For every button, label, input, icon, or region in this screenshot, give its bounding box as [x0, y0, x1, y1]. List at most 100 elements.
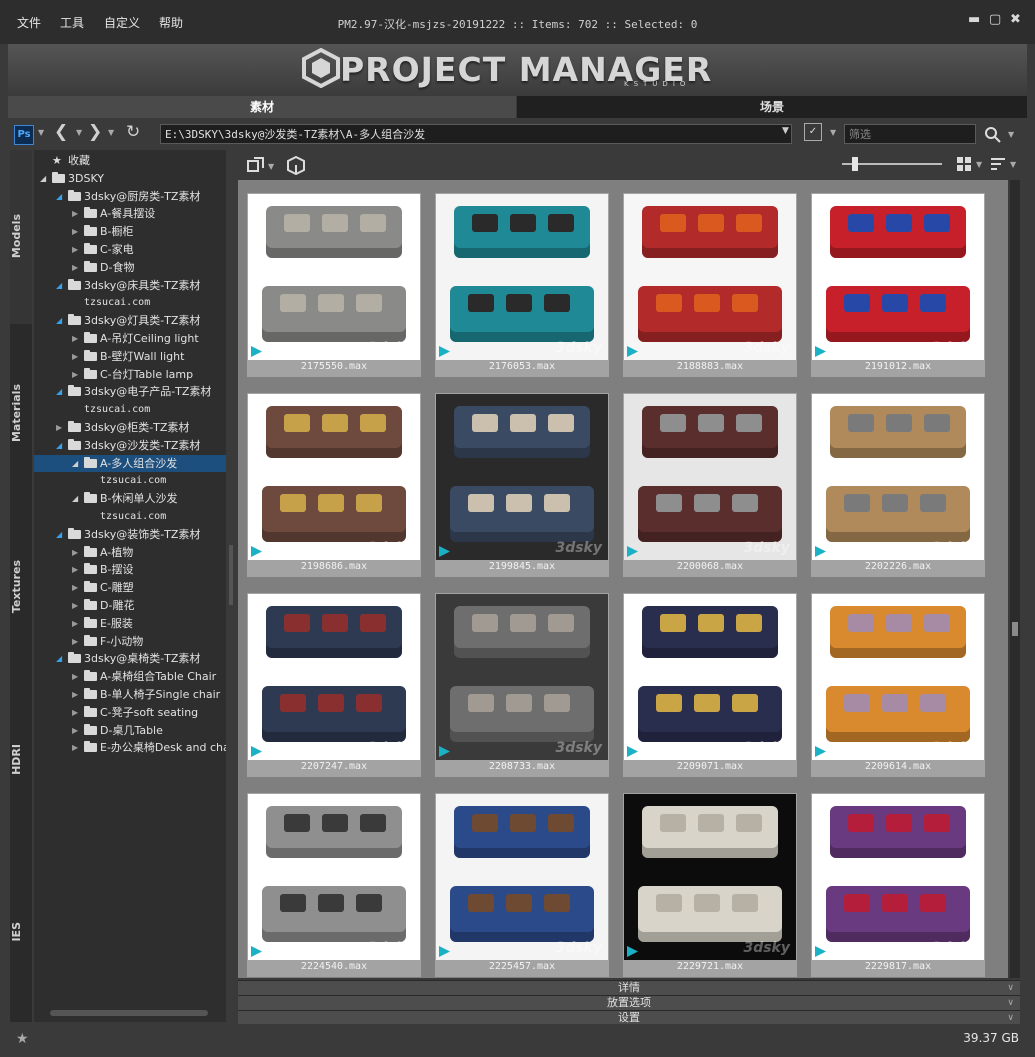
collapsed-arrow-icon[interactable]: ▶: [72, 633, 78, 650]
expanded-arrow-icon[interactable]: ◢: [56, 650, 62, 667]
asset-card[interactable]: 3dsky 2175550.max: [247, 193, 421, 377]
path-input[interactable]: E:\3DSKY\3dsky@沙发类-TZ素材\A-多人组合沙发: [160, 124, 792, 144]
asset-card[interactable]: 3dsky 2198686.max: [247, 393, 421, 577]
collapsed-arrow-icon[interactable]: ▶: [72, 223, 78, 240]
tree-leaf[interactable]: tzsucai.com: [34, 401, 226, 418]
tree-leaf[interactable]: tzsucai.com: [34, 472, 226, 489]
tree-folder[interactable]: ▶ 3dsky@柜类-TZ素材: [34, 419, 226, 436]
tree-folder[interactable]: ◢ A-多人组合沙发: [34, 454, 226, 472]
tree-vertical-scrollbar[interactable]: [229, 545, 233, 605]
asset-card[interactable]: 3dsky 2200068.max: [623, 393, 797, 577]
photoshop-icon[interactable]: Ps: [14, 125, 34, 145]
star-icon[interactable]: ★: [16, 1031, 29, 1047]
tree-horizontal-scrollbar[interactable]: [50, 1010, 208, 1016]
tree-folder[interactable]: ◢ 3dsky@电子产品-TZ素材: [34, 383, 226, 400]
tree-folder[interactable]: ▶ A-餐具摆设: [34, 205, 226, 222]
settings-panel-header[interactable]: 设置 ∨: [238, 1010, 1020, 1025]
collapsed-arrow-icon[interactable]: ▶: [72, 704, 78, 721]
asset-card[interactable]: 3dsky 2176053.max: [435, 193, 609, 377]
forward-icon[interactable]: ❯: [88, 122, 102, 142]
chevron-down-icon[interactable]: ▼: [38, 128, 44, 137]
side-tab-ies[interactable]: IES: [10, 922, 32, 942]
asset-card[interactable]: 3dsky 2202226.max: [811, 393, 985, 577]
collapsed-arrow-icon[interactable]: ▶: [72, 561, 78, 578]
asset-card[interactable]: 3dsky 2209614.max: [811, 593, 985, 777]
side-tab-materials[interactable]: Materials: [10, 384, 32, 442]
chevron-down-icon[interactable]: ▼: [108, 128, 114, 137]
filter-input[interactable]: 筛选: [844, 124, 976, 144]
tree-leaf[interactable]: tzsucai.com: [34, 508, 226, 525]
thumbnail-size-slider-handle[interactable]: [852, 157, 858, 171]
side-tab-hdri[interactable]: HDRI: [10, 744, 32, 775]
chevron-down-icon[interactable]: ▼: [830, 128, 836, 137]
expanded-arrow-icon[interactable]: ◢: [72, 490, 78, 507]
tree-folder[interactable]: ▶ C-台灯Table lamp: [34, 366, 226, 383]
sync-icon[interactable]: [246, 156, 266, 176]
path-dropdown-icon[interactable]: ▼: [782, 126, 789, 136]
chevron-down-icon[interactable]: ▼: [268, 162, 274, 171]
grid-vertical-scrollbar[interactable]: [1010, 180, 1020, 978]
minimize-icon[interactable]: ▬: [968, 12, 980, 27]
collapsed-arrow-icon[interactable]: ▶: [72, 722, 78, 739]
asset-card[interactable]: 3dsky 2191012.max: [811, 193, 985, 377]
tree-folder[interactable]: ▶ A-植物: [34, 544, 226, 561]
tree-folder[interactable]: ◢ 3dsky@装饰类-TZ素材: [34, 526, 226, 543]
checklist-icon[interactable]: ✓: [804, 123, 822, 141]
collapsed-arrow-icon[interactable]: ▶: [72, 686, 78, 703]
tree-folder[interactable]: ▶ D-食物: [34, 259, 226, 276]
close-icon[interactable]: ✖: [1010, 12, 1021, 27]
collapsed-arrow-icon[interactable]: ▶: [72, 544, 78, 561]
side-tab-textures[interactable]: Textures: [10, 560, 32, 613]
asset-card[interactable]: 3dsky 2224540.max: [247, 793, 421, 977]
tree-folder[interactable]: ▶ A-吊灯Ceiling light: [34, 330, 226, 347]
tree-folder[interactable]: ▶ C-雕塑: [34, 579, 226, 596]
placement-options-panel-header[interactable]: 放置选项 ∨: [238, 995, 1020, 1010]
tree-folder[interactable]: ◢ B-休闲单人沙发: [34, 490, 226, 507]
tree-leaf[interactable]: tzsucai.com: [34, 294, 226, 311]
asset-card[interactable]: 3dsky 2229721.max: [623, 793, 797, 977]
tree-folder[interactable]: ◢ 3dsky@床具类-TZ素材: [34, 277, 226, 294]
tree-folder[interactable]: ▶ E-办公桌椅Desk and chair: [34, 739, 226, 756]
refresh-icon[interactable]: ↻: [126, 122, 140, 142]
side-tab-models[interactable]: Models: [10, 214, 32, 258]
tab-assets[interactable]: 素材: [8, 96, 516, 118]
tree-folder[interactable]: ◢ 3dsky@沙发类-TZ素材: [34, 437, 226, 454]
collapsed-arrow-icon[interactable]: ▶: [72, 597, 78, 614]
tree-folder[interactable]: ▶ B-摆设: [34, 561, 226, 578]
collapsed-arrow-icon[interactable]: ▶: [72, 205, 78, 222]
asset-card[interactable]: 3dsky 2229817.max: [811, 793, 985, 977]
tree-folder[interactable]: ◢ 3dsky@厨房类-TZ素材: [34, 188, 226, 205]
details-panel-header[interactable]: 详情 ∨: [238, 980, 1020, 995]
chevron-down-icon[interactable]: ▼: [76, 128, 82, 137]
expanded-arrow-icon[interactable]: ◢: [72, 455, 78, 472]
expanded-arrow-icon[interactable]: ◢: [56, 526, 62, 543]
expanded-arrow-icon[interactable]: ◢: [56, 383, 62, 400]
chevron-down-icon[interactable]: ▼: [1008, 130, 1014, 139]
collapsed-arrow-icon[interactable]: ▶: [72, 739, 78, 756]
tree-folder[interactable]: ▶ D-桌几Table: [34, 722, 226, 739]
grid-view-icon[interactable]: [956, 156, 972, 172]
chevron-down-icon[interactable]: ▼: [1010, 160, 1016, 169]
collapsed-arrow-icon[interactable]: ▶: [72, 348, 78, 365]
tree-folder[interactable]: ▶ B-橱柜: [34, 223, 226, 240]
asset-card[interactable]: 3dsky 2208733.max: [435, 593, 609, 777]
expanded-arrow-icon[interactable]: ◢: [56, 188, 62, 205]
tree-folder[interactable]: ◢ 3DSKY: [34, 170, 226, 187]
asset-card[interactable]: 3dsky 2199845.max: [435, 393, 609, 577]
expanded-arrow-icon[interactable]: ◢: [56, 437, 62, 454]
collapsed-arrow-icon[interactable]: ▶: [72, 579, 78, 596]
asset-card[interactable]: 3dsky 2209071.max: [623, 593, 797, 777]
tree-folder[interactable]: ▶ E-服装: [34, 615, 226, 632]
expanded-arrow-icon[interactable]: ◢: [40, 170, 46, 187]
tree-folder[interactable]: ◢ 3dsky@灯具类-TZ素材: [34, 312, 226, 329]
tree-folder[interactable]: ★ 收藏: [34, 152, 226, 169]
tree-folder[interactable]: ▶ D-雕花: [34, 597, 226, 614]
collapsed-arrow-icon[interactable]: ▶: [72, 615, 78, 632]
sort-icon[interactable]: [990, 157, 1006, 171]
back-icon[interactable]: ❮: [54, 122, 68, 142]
collapsed-arrow-icon[interactable]: ▶: [56, 419, 62, 436]
asset-card[interactable]: 3dsky 2207247.max: [247, 593, 421, 777]
collapsed-arrow-icon[interactable]: ▶: [72, 259, 78, 276]
tree-folder[interactable]: ▶ C-家电: [34, 241, 226, 258]
search-icon[interactable]: [984, 126, 1002, 144]
